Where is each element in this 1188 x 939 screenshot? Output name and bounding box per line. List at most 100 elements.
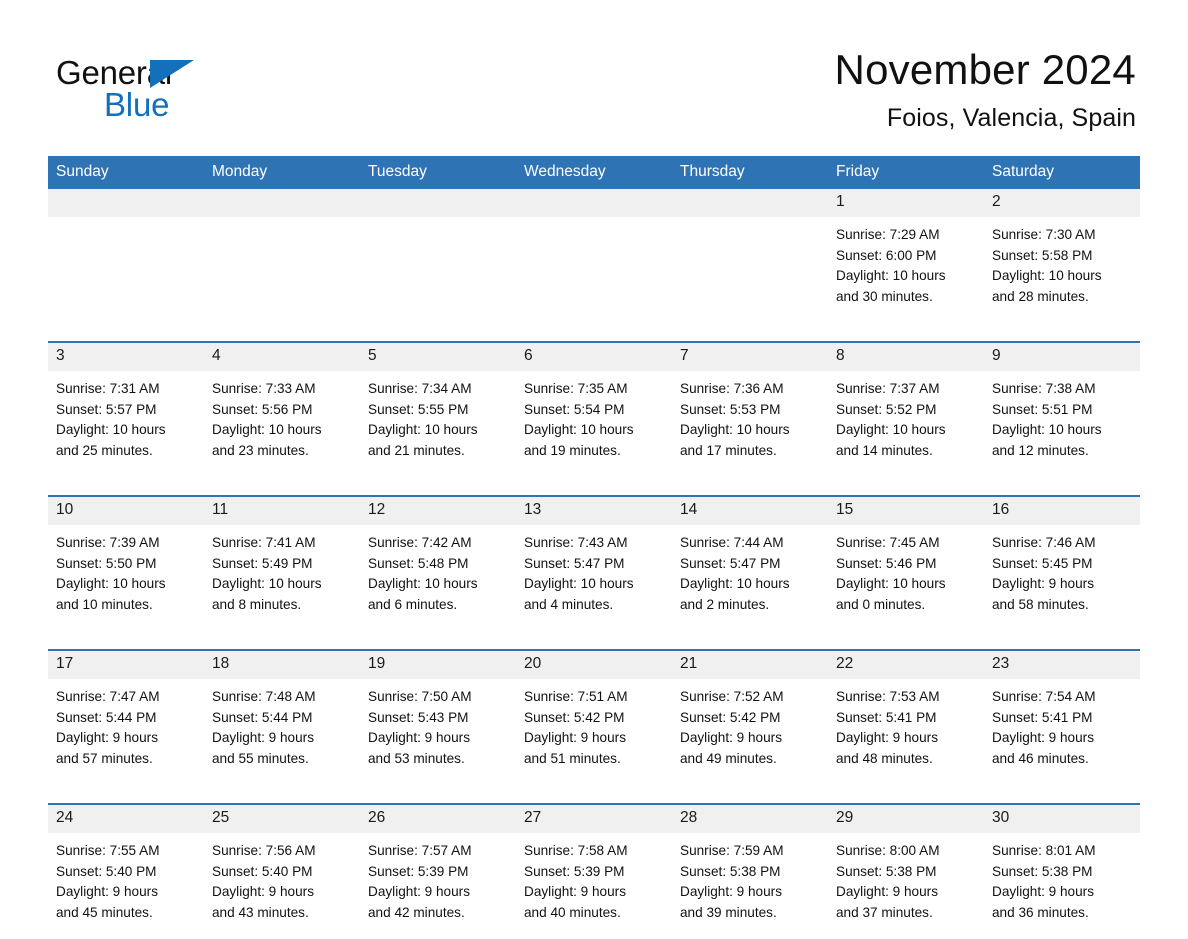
weekday-header-saturday: Saturday (984, 156, 1140, 190)
calendar-day-cell[interactable]: 25 Sunrise: 7:56 AM Sunset: 5:40 PM Dayligh… (204, 803, 360, 939)
calendar-day-cell[interactable]: 5 Sunrise: 7:34 AM Sunset: 5:55 PM Daylight… (360, 341, 516, 478)
calendar-day-cell[interactable]: 17 Sunrise: 7:47 AM Sunset: 5:44 PM Dayligh… (48, 649, 204, 786)
calendar-day-cell[interactable]: 4 Sunrise: 7:33 AM Sunset: 5:56 PM Daylight… (204, 341, 360, 478)
calendar-header-row: Sunday Monday Tuesday Wednesday Thursday… (48, 156, 1140, 190)
calendar-day-cell[interactable]: 16 Sunrise: 7:46 AM Sunset: 5:45 PM Dayligh… (984, 495, 1140, 632)
sunrise-time: Sunrise: 7:56 AM (212, 843, 316, 859)
day-cell-content: 6 Sunrise: 7:35 AM Sunset: 5:54 PM Daylight… (516, 343, 672, 477)
daylight-duration-line2: and 23 minutes. (212, 442, 309, 458)
calendar-day-cell[interactable]: 1 Sunrise: 7:29 AM Sunset: 6:00 PM Daylight… (828, 189, 984, 323)
sunrise-time: Sunrise: 7:50 AM (368, 689, 472, 705)
day-details: Sunrise: 7:55 AM Sunset: 5:40 PM Daylight:… (48, 833, 204, 923)
page-header: General Blue November 2024 Foios, Valenc… (0, 0, 1188, 133)
day-cell-content: 25 Sunrise: 7:56 AM Sunset: 5:40 PM Dayligh… (204, 805, 360, 939)
calendar-empty-cell (672, 189, 828, 323)
day-cell-content: 30 Sunrise: 8:01 AM Sunset: 5:38 PM Dayligh… (984, 805, 1140, 939)
day-details: Sunrise: 7:44 AM Sunset: 5:47 PM Daylight:… (672, 525, 828, 615)
sunrise-time: Sunrise: 7:45 AM (836, 535, 940, 551)
sunrise-time: Sunrise: 7:51 AM (524, 689, 628, 705)
daylight-duration-line1: Daylight: 10 hours (992, 422, 1102, 438)
daylight-duration-line1: Daylight: 9 hours (56, 884, 159, 900)
day-cell-content: 24 Sunrise: 7:55 AM Sunset: 5:40 PM Dayligh… (48, 805, 204, 939)
calendar-week-row: 17 Sunrise: 7:47 AM Sunset: 5:44 PM Dayligh… (48, 649, 1140, 786)
daylight-duration-line2: and 43 minutes. (212, 904, 309, 920)
calendar-day-cell[interactable]: 28 Sunrise: 7:59 AM Sunset: 5:38 PM Dayligh… (672, 803, 828, 939)
calendar-day-cell[interactable]: 24 Sunrise: 7:55 AM Sunset: 5:40 PM Dayligh… (48, 803, 204, 939)
daylight-duration-line1: Daylight: 9 hours (368, 884, 471, 900)
day-cell-content: 7 Sunrise: 7:36 AM Sunset: 5:53 PM Daylight… (672, 343, 828, 477)
day-details: Sunrise: 7:48 AM Sunset: 5:44 PM Daylight:… (204, 679, 360, 769)
sunrise-time: Sunrise: 7:52 AM (680, 689, 784, 705)
calendar-day-cell[interactable]: 23 Sunrise: 7:54 AM Sunset: 5:41 PM Dayligh… (984, 649, 1140, 786)
day-number: 14 (672, 497, 828, 526)
sunset-time: Sunset: 5:49 PM (212, 555, 313, 571)
calendar-day-cell[interactable]: 11 Sunrise: 7:41 AM Sunset: 5:49 PM Dayligh… (204, 495, 360, 632)
sunrise-time: Sunrise: 7:44 AM (680, 535, 784, 551)
brand-logo[interactable]: General Blue (56, 44, 206, 122)
day-number: 4 (204, 343, 360, 372)
day-details: Sunrise: 7:47 AM Sunset: 5:44 PM Daylight:… (48, 679, 204, 769)
daylight-duration-line2: and 48 minutes. (836, 750, 933, 766)
day-number: 1 (828, 189, 984, 218)
sunset-time: Sunset: 5:41 PM (992, 709, 1093, 725)
calendar-day-cell[interactable]: 2 Sunrise: 7:30 AM Sunset: 5:58 PM Daylight… (984, 189, 1140, 323)
sunset-time: Sunset: 5:40 PM (56, 863, 157, 879)
day-cell-content (204, 189, 360, 323)
calendar-day-cell[interactable]: 22 Sunrise: 7:53 AM Sunset: 5:41 PM Dayligh… (828, 649, 984, 786)
daylight-duration-line2: and 53 minutes. (368, 750, 465, 766)
calendar-day-cell[interactable]: 21 Sunrise: 7:52 AM Sunset: 5:42 PM Dayligh… (672, 649, 828, 786)
day-number: 18 (204, 651, 360, 680)
brand-triangle-icon (150, 60, 194, 88)
daylight-duration-line1: Daylight: 9 hours (368, 730, 471, 746)
sunrise-time: Sunrise: 7:31 AM (56, 381, 160, 397)
calendar-day-cell[interactable]: 3 Sunrise: 7:31 AM Sunset: 5:57 PM Daylight… (48, 341, 204, 478)
calendar-day-cell[interactable]: 6 Sunrise: 7:35 AM Sunset: 5:54 PM Daylight… (516, 341, 672, 478)
day-cell-content: 15 Sunrise: 7:45 AM Sunset: 5:46 PM Dayligh… (828, 497, 984, 631)
week-spacer-cell (48, 785, 1140, 805)
day-number: 8 (828, 343, 984, 372)
day-details: Sunrise: 7:59 AM Sunset: 5:38 PM Daylight:… (672, 833, 828, 923)
daylight-duration-line1: Daylight: 10 hours (836, 576, 946, 592)
day-cell-content: 28 Sunrise: 7:59 AM Sunset: 5:38 PM Dayligh… (672, 805, 828, 939)
day-details: Sunrise: 7:39 AM Sunset: 5:50 PM Daylight:… (48, 525, 204, 615)
day-number: 5 (360, 343, 516, 372)
week-spacer-cell (48, 631, 1140, 651)
calendar-day-cell[interactable]: 27 Sunrise: 7:58 AM Sunset: 5:39 PM Dayligh… (516, 803, 672, 939)
calendar-day-cell[interactable]: 20 Sunrise: 7:51 AM Sunset: 5:42 PM Dayligh… (516, 649, 672, 786)
calendar-day-cell[interactable]: 7 Sunrise: 7:36 AM Sunset: 5:53 PM Daylight… (672, 341, 828, 478)
sunset-time: Sunset: 5:52 PM (836, 401, 937, 417)
daylight-duration-line1: Daylight: 9 hours (524, 730, 627, 746)
daylight-duration-line2: and 51 minutes. (524, 750, 621, 766)
calendar-day-cell[interactable]: 29 Sunrise: 8:00 AM Sunset: 5:38 PM Dayligh… (828, 803, 984, 939)
calendar-day-cell[interactable]: 12 Sunrise: 7:42 AM Sunset: 5:48 PM Dayligh… (360, 495, 516, 632)
sunset-time: Sunset: 5:51 PM (992, 401, 1093, 417)
week-spacer-cell (48, 323, 1140, 343)
day-cell-content (48, 189, 204, 323)
day-cell-content: 14 Sunrise: 7:44 AM Sunset: 5:47 PM Dayligh… (672, 497, 828, 631)
calendar-page: General Blue November 2024 Foios, Valenc… (0, 0, 1188, 939)
calendar-day-cell[interactable]: 9 Sunrise: 7:38 AM Sunset: 5:51 PM Daylight… (984, 341, 1140, 478)
daylight-duration-line1: Daylight: 9 hours (56, 730, 159, 746)
day-cell-content (360, 189, 516, 323)
day-number: 10 (48, 497, 204, 526)
sunrise-time: Sunrise: 8:00 AM (836, 843, 940, 859)
calendar-day-cell[interactable]: 30 Sunrise: 8:01 AM Sunset: 5:38 PM Dayligh… (984, 803, 1140, 939)
title-block: November 2024 Foios, Valencia, Spain (835, 44, 1136, 133)
daylight-duration-line1: Daylight: 10 hours (680, 422, 790, 438)
calendar-day-cell[interactable]: 14 Sunrise: 7:44 AM Sunset: 5:47 PM Dayligh… (672, 495, 828, 632)
calendar-day-cell[interactable]: 8 Sunrise: 7:37 AM Sunset: 5:52 PM Daylight… (828, 341, 984, 478)
sunset-time: Sunset: 5:43 PM (368, 709, 469, 725)
day-details: Sunrise: 7:38 AM Sunset: 5:51 PM Daylight:… (984, 371, 1140, 461)
day-cell-content: 13 Sunrise: 7:43 AM Sunset: 5:47 PM Dayligh… (516, 497, 672, 631)
calendar-day-cell[interactable]: 10 Sunrise: 7:39 AM Sunset: 5:50 PM Dayligh… (48, 495, 204, 632)
weekday-header-sunday: Sunday (48, 156, 204, 190)
daylight-duration-line2: and 30 minutes. (836, 288, 933, 304)
calendar-day-cell[interactable]: 26 Sunrise: 7:57 AM Sunset: 5:39 PM Dayligh… (360, 803, 516, 939)
daylight-duration-line2: and 4 minutes. (524, 596, 614, 612)
day-number: 25 (204, 805, 360, 834)
day-number: 16 (984, 497, 1140, 526)
calendar-day-cell[interactable]: 15 Sunrise: 7:45 AM Sunset: 5:46 PM Dayligh… (828, 495, 984, 632)
calendar-day-cell[interactable]: 18 Sunrise: 7:48 AM Sunset: 5:44 PM Dayligh… (204, 649, 360, 786)
calendar-day-cell[interactable]: 13 Sunrise: 7:43 AM Sunset: 5:47 PM Dayligh… (516, 495, 672, 632)
calendar-day-cell[interactable]: 19 Sunrise: 7:50 AM Sunset: 5:43 PM Dayligh… (360, 649, 516, 786)
